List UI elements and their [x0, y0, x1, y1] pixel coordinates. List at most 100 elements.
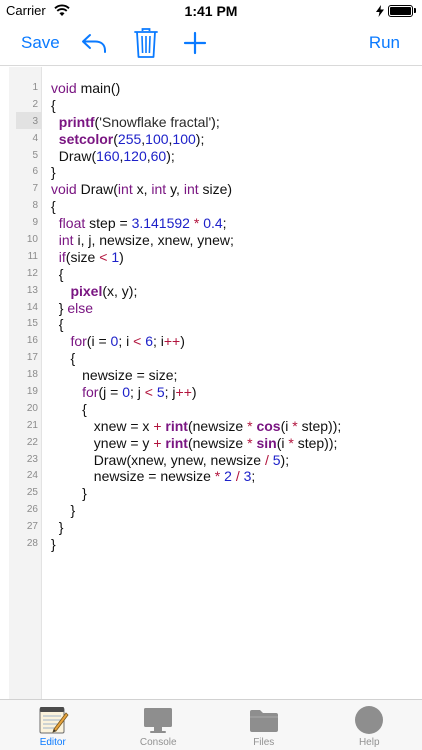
code-text[interactable]: }: [51, 536, 56, 553]
code-text[interactable]: {: [51, 198, 56, 215]
code-token: 60: [150, 147, 167, 164]
trash-icon[interactable]: [134, 27, 158, 59]
code-token: }: [51, 536, 56, 553]
line-number: 24: [26, 470, 38, 482]
save-button[interactable]: Save: [21, 33, 60, 53]
code-token: (j =: [98, 384, 123, 401]
code-line[interactable]: 11 if(size < 1): [0, 249, 422, 266]
line-number: 20: [26, 402, 38, 414]
code-text[interactable]: setcolor(255,100,100);: [51, 130, 205, 148]
code-token: (x, y);: [102, 282, 138, 299]
code-line[interactable]: 26 }: [0, 502, 422, 519]
code-text[interactable]: if(size < 1): [51, 249, 124, 266]
code-text[interactable]: for(j = 0; j < 5; j++): [51, 384, 197, 401]
tab-console[interactable]: Console: [106, 700, 212, 750]
code-text[interactable]: }: [51, 485, 87, 502]
code-token: +: [153, 417, 162, 434]
code-line[interactable]: 14 } else: [0, 300, 422, 317]
code-area[interactable]: 1 void main() 2{3 printf('Snowflake fracta…: [0, 80, 422, 553]
code-line[interactable]: 25 }: [0, 485, 422, 502]
code-line[interactable]: 23 Draw(xnew, ynew, newsize / 5);: [0, 452, 422, 469]
code-line[interactable]: 3 printf('Snowflake fractal');: [0, 114, 422, 131]
code-line[interactable]: 28}: [0, 536, 422, 553]
code-editor[interactable]: 1 void main() 2{3 printf('Snowflake fracta…: [0, 67, 422, 699]
line-number: 21: [26, 419, 38, 431]
code-line[interactable]: 5 Draw(160,120,60);: [0, 148, 422, 165]
code-text[interactable]: Draw(xnew, ynew, newsize / 5);: [51, 452, 289, 469]
code-line[interactable]: 7 void Draw(int x, int y, int size): [0, 181, 422, 198]
code-text[interactable]: printf('Snowflake fractal');: [51, 114, 220, 131]
code-token: 160: [96, 147, 120, 164]
code-line[interactable]: 16 for(i = 0; i < 6; i++): [0, 333, 422, 350]
code-text[interactable]: {: [51, 401, 87, 418]
code-text[interactable]: {: [51, 316, 64, 333]
code-line[interactable]: 27 }: [0, 519, 422, 536]
code-token: if: [58, 248, 66, 265]
code-text[interactable]: {: [51, 97, 56, 114]
code-token: {: [51, 350, 76, 367]
code-text[interactable]: float step = 3.141592 * 0.4;: [51, 215, 227, 232]
line-number: 15: [26, 318, 38, 330]
code-text[interactable]: int i, j, newsize, xnew, ynew;: [51, 232, 234, 249]
code-token: {: [51, 400, 87, 417]
line-number: 18: [26, 369, 38, 381]
code-line[interactable]: 4 setcolor(255,100,100);: [0, 131, 422, 148]
code-token: <: [144, 384, 153, 401]
code-text[interactable]: pixel(x, y);: [51, 283, 137, 300]
code-text[interactable]: }: [51, 502, 75, 519]
code-line[interactable]: 9 float step = 3.141592 * 0.4;: [0, 215, 422, 232]
code-line[interactable]: 10 int i, j, newsize, xnew, ynew;: [0, 232, 422, 249]
code-text[interactable]: }: [51, 164, 56, 181]
code-token: 6: [145, 333, 153, 350]
line-number: 1: [32, 82, 38, 93]
code-line[interactable]: 12 {: [0, 266, 422, 283]
code-line[interactable]: 19 for(j = 0; j < 5; j++): [0, 384, 422, 401]
code-text[interactable]: newsize = size;: [51, 367, 177, 384]
code-line[interactable]: 20 {: [0, 401, 422, 418]
code-token: float: [58, 215, 86, 232]
tab-files[interactable]: Files: [211, 700, 317, 750]
code-token: 100: [145, 130, 169, 147]
code-text[interactable]: void main(): [51, 80, 120, 97]
tab-help[interactable]: Help: [317, 700, 422, 750]
code-token: 255: [117, 130, 142, 147]
code-text[interactable]: {: [51, 266, 64, 283]
code-token: (i: [276, 434, 289, 451]
code-text[interactable]: Draw(160,120,60);: [51, 148, 175, 165]
code-line[interactable]: 6}: [0, 164, 422, 181]
code-token: (newsize: [187, 417, 248, 434]
code-line[interactable]: 2{: [0, 97, 422, 114]
code-text[interactable]: for(i = 0; i < 6; i++): [51, 333, 184, 350]
plus-icon[interactable]: [183, 31, 207, 55]
code-line[interactable]: 22 ynew = y + rint(newsize * sin(i * ste…: [0, 435, 422, 452]
code-line[interactable]: 18 newsize = size;: [0, 367, 422, 384]
code-text[interactable]: newsize = newsize * 2 / 3;: [51, 468, 256, 485]
code-text[interactable]: {: [51, 350, 75, 367]
code-text[interactable]: void Draw(int x, int y, int size): [51, 181, 232, 198]
code-line[interactable]: 21 xnew = x + rint(newsize * cos(i * ste…: [0, 418, 422, 435]
undo-icon[interactable]: [80, 30, 108, 56]
line-number: 28: [26, 538, 38, 550]
code-line[interactable]: 17 {: [0, 350, 422, 367]
code-text[interactable]: xnew = x + rint(newsize * cos(i * step))…: [51, 417, 342, 435]
code-line[interactable]: 24 newsize = newsize * 2 / 3;: [0, 468, 422, 485]
code-text[interactable]: } else: [51, 300, 93, 317]
code-token: );: [280, 451, 290, 468]
code-line[interactable]: 15 {: [0, 316, 422, 333]
code-token: y,: [166, 181, 184, 198]
code-line[interactable]: 1 void main(): [0, 80, 422, 97]
code-text[interactable]: ynew = y + rint(newsize * sin(i * step))…: [51, 434, 338, 452]
code-token: ): [191, 384, 197, 401]
line-number: 6: [32, 166, 38, 178]
code-line[interactable]: 8{: [0, 198, 422, 215]
code-text[interactable]: }: [51, 519, 64, 536]
tab-editor-label: Editor: [39, 737, 66, 748]
tab-help-label: Help: [358, 737, 380, 748]
run-button[interactable]: Run: [369, 33, 400, 53]
code-line[interactable]: 13 pixel(x, y);: [0, 283, 422, 300]
line-number: 10: [26, 234, 38, 246]
tab-editor[interactable]: Editor: [0, 700, 106, 750]
code-token: Draw(: [51, 147, 97, 164]
